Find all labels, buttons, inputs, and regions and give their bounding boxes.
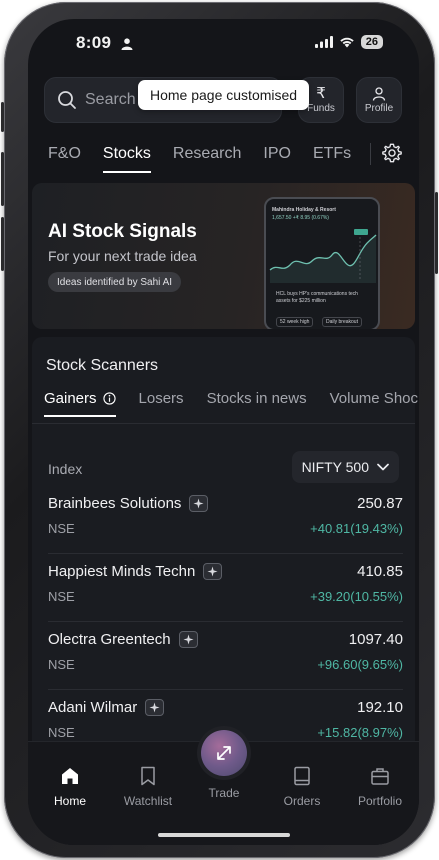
person-icon bbox=[121, 38, 133, 50]
ai-sparkle-icon[interactable] bbox=[189, 495, 209, 512]
nav-watchlist-label: Watchlist bbox=[123, 794, 173, 808]
mini-chip-2: Daily breakout bbox=[322, 317, 362, 327]
nav-portfolio[interactable]: Portfolio bbox=[345, 766, 415, 808]
nav-home-label: Home bbox=[53, 794, 86, 808]
stock-name-wrap: Adani Wilmar bbox=[48, 699, 165, 716]
stock-exchange: NSE bbox=[48, 657, 75, 672]
mini-news-line-2: assets for $225 million bbox=[276, 298, 326, 304]
stock-name-wrap: Happiest Minds Techn bbox=[48, 563, 223, 580]
stock-change: +40.81(19.43%) bbox=[310, 521, 403, 536]
tab-gainers[interactable]: Gainers bbox=[44, 390, 116, 417]
tab-ipo[interactable]: IPO bbox=[263, 145, 291, 173]
ai-sparkle-icon[interactable] bbox=[145, 699, 165, 716]
mini-chip-1: 52 week high bbox=[276, 317, 314, 327]
tab-etfs[interactable]: ETFs bbox=[313, 145, 351, 173]
home-indicator bbox=[158, 833, 290, 837]
banner-subtitle: For your next trade idea bbox=[48, 248, 197, 264]
bottom-nav: Home Watchlist Trade Orders Portfolio bbox=[28, 730, 419, 845]
stock-change: +39.20(10.55%) bbox=[310, 589, 403, 604]
nav-orders[interactable]: Orders bbox=[267, 766, 337, 808]
stock-name: Olectra Greentech bbox=[48, 631, 171, 648]
stock-exchange: NSE bbox=[48, 589, 75, 604]
funds-label: Funds bbox=[307, 103, 335, 114]
stock-exchange: NSE bbox=[48, 725, 75, 740]
tab-research[interactable]: Research bbox=[173, 145, 241, 173]
chevron-down-icon bbox=[377, 463, 389, 471]
mini-chart-graphic bbox=[269, 229, 377, 283]
index-value: NIFTY 500 bbox=[301, 459, 369, 475]
nav-watchlist[interactable]: Watchlist bbox=[113, 766, 183, 808]
row-divider bbox=[48, 553, 403, 554]
tab-divider bbox=[370, 143, 371, 165]
nav-home[interactable]: Home bbox=[35, 766, 105, 808]
bookmark-icon bbox=[141, 766, 155, 786]
ai-sparkle-icon[interactable] bbox=[178, 631, 198, 648]
status-bar: 8:09 26 bbox=[28, 19, 419, 69]
home-icon bbox=[62, 768, 78, 784]
stock-name-wrap: Brainbees Solutions bbox=[48, 495, 209, 512]
action-button bbox=[1, 102, 4, 132]
battery-indicator: 26 bbox=[360, 35, 383, 49]
volume-up-button bbox=[1, 152, 4, 206]
search-icon bbox=[58, 91, 76, 109]
tab-volume-shock[interactable]: Volume Shock bbox=[330, 390, 419, 417]
info-icon[interactable] bbox=[102, 392, 116, 405]
mini-news-line-1: HCL buys HP's communications tech bbox=[276, 291, 358, 297]
profile-button[interactable]: Profile bbox=[356, 77, 402, 123]
mini-stock-name: Mahindra Holiday & Resort bbox=[272, 207, 336, 213]
phone-frame: 8:09 26 Search fu ₹ Funds Profile Home p… bbox=[1, 2, 438, 858]
nav-portfolio-label: Portfolio bbox=[357, 794, 403, 808]
stock-exchange: NSE bbox=[48, 521, 75, 536]
stock-price: 250.87 bbox=[357, 495, 403, 512]
banner-title: AI Stock Signals bbox=[48, 221, 197, 242]
row-divider bbox=[48, 689, 403, 690]
tab-gainers-label: Gainers bbox=[44, 390, 97, 407]
gear-icon[interactable] bbox=[381, 142, 403, 164]
orders-book-icon bbox=[294, 766, 310, 786]
volume-down-button bbox=[1, 217, 4, 271]
profile-icon bbox=[372, 86, 386, 101]
stock-change: +96.60(9.65%) bbox=[317, 657, 403, 672]
trade-button[interactable] bbox=[201, 730, 247, 776]
tab-losers[interactable]: Losers bbox=[139, 390, 184, 417]
stock-price: 410.85 bbox=[357, 563, 403, 580]
stock-name: Brainbees Solutions bbox=[48, 495, 182, 512]
stock-price: 1097.40 bbox=[348, 631, 403, 648]
index-label: Index bbox=[48, 461, 83, 477]
stock-change: +15.82(8.97%) bbox=[317, 725, 403, 740]
briefcase-icon bbox=[371, 768, 389, 785]
mini-phone-preview: Mahindra Holiday & Resort 1,657.50 +₹ 8.… bbox=[264, 197, 380, 329]
nav-orders-label: Orders bbox=[283, 794, 321, 808]
tab-fno[interactable]: F&O bbox=[48, 145, 81, 173]
stock-price: 192.10 bbox=[357, 699, 403, 716]
power-button bbox=[435, 192, 438, 274]
trade-arrows-icon bbox=[217, 746, 231, 760]
mini-price-line: 1,657.50 +₹ 8.95 (0.67%) bbox=[272, 215, 329, 221]
ai-signals-banner[interactable]: AI Stock Signals For your next trade ide… bbox=[32, 183, 415, 329]
top-tabs: F&O Stocks Research IPO ETFs bbox=[48, 145, 373, 173]
tab-stocks[interactable]: Stocks bbox=[102, 145, 151, 173]
stock-name-wrap: Olectra Greentech bbox=[48, 631, 198, 648]
cellular-signal-icon bbox=[314, 36, 333, 48]
wifi-icon bbox=[340, 37, 354, 48]
screen: 8:09 26 Search fu ₹ Funds Profile Home p… bbox=[28, 19, 419, 845]
nav-trade-label[interactable]: Trade bbox=[200, 786, 248, 800]
scanner-tabs-divider bbox=[32, 423, 415, 424]
banner-pill: Ideas identified by Sahi AI bbox=[48, 272, 182, 292]
status-time: 8:09 bbox=[76, 33, 112, 52]
ai-sparkle-icon[interactable] bbox=[203, 563, 223, 580]
tab-stocks-in-news[interactable]: Stocks in news bbox=[207, 390, 307, 417]
stock-name: Adani Wilmar bbox=[48, 699, 138, 716]
status-right: 26 bbox=[314, 35, 383, 49]
index-dropdown[interactable]: NIFTY 500 bbox=[291, 451, 399, 483]
scanner-tabs: Gainers Losers Stocks in news Volume Sho… bbox=[44, 390, 419, 417]
toast-message: Home page customised bbox=[138, 80, 310, 110]
stock-name: Happiest Minds Techn bbox=[48, 563, 196, 580]
scanners-title: Stock Scanners bbox=[46, 357, 159, 374]
rupee-icon: ₹ bbox=[316, 85, 326, 102]
row-divider bbox=[48, 621, 403, 622]
profile-label: Profile bbox=[364, 102, 394, 114]
